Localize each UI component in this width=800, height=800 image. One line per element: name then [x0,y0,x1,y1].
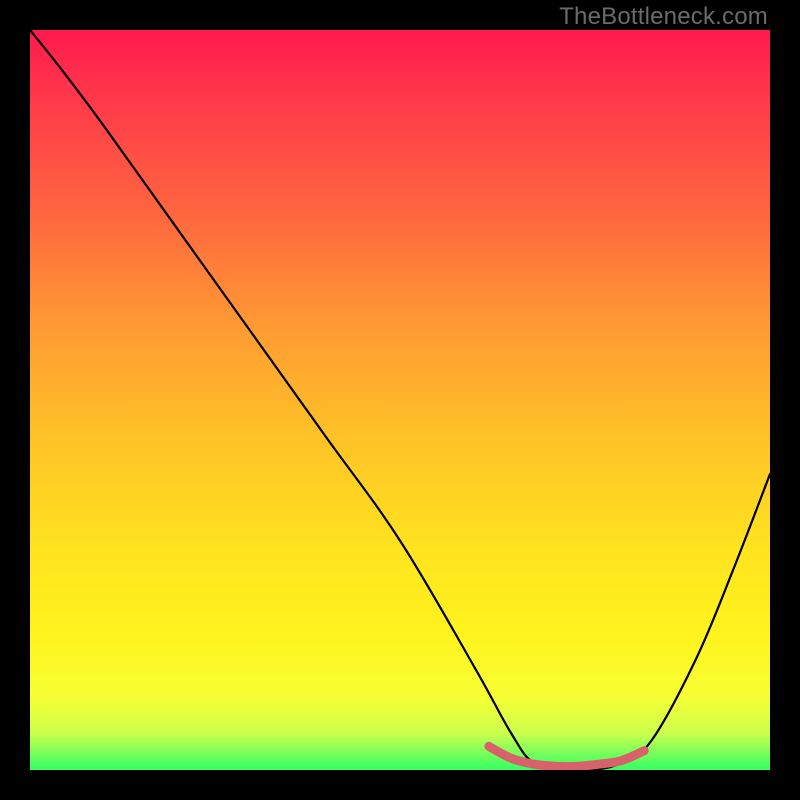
bottom-marker-path [489,746,644,766]
bottleneck-curve-path [30,30,770,770]
watermark-text: TheBottleneck.com [559,3,768,31]
chart-svg [30,30,770,770]
chart-frame [30,30,770,770]
